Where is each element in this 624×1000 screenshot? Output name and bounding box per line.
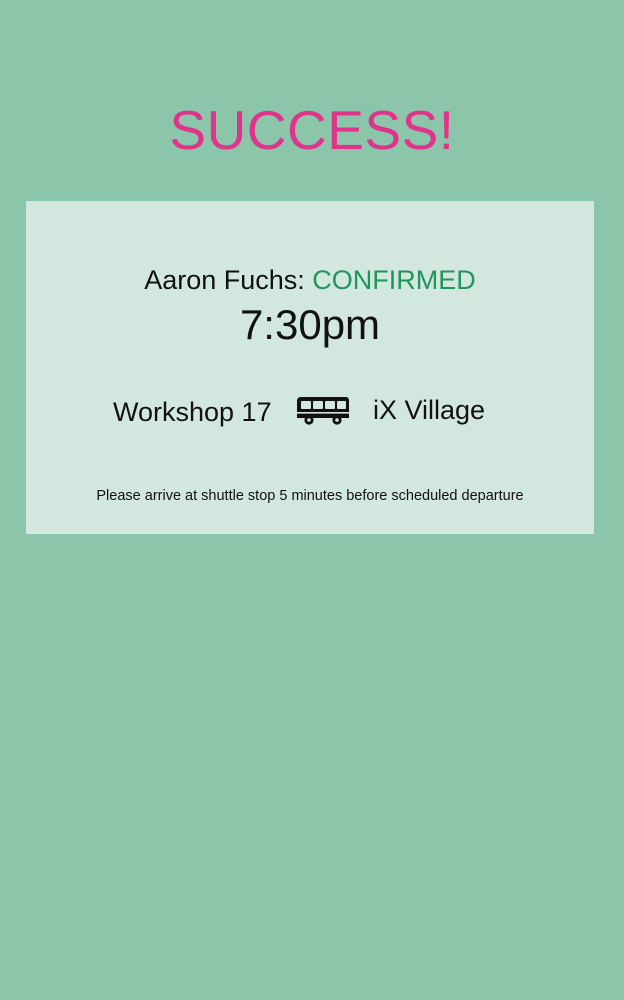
status-badge: CONFIRMED — [312, 265, 476, 295]
route-row: Workshop 17 iX Village — [26, 391, 594, 431]
arrival-note: Please arrive at shuttle stop 5 minutes … — [96, 488, 524, 504]
bus-icon — [297, 397, 349, 425]
departure-time: 7:30pm — [239, 301, 381, 348]
passenger-name: Aaron Fuchs: — [144, 265, 305, 295]
booking-status-line: Aaron Fuchs: CONFIRMED — [26, 263, 594, 297]
destination-stop: iX Village — [373, 395, 486, 425]
booking-card: Aaron Fuchs: CONFIRMED 7:30pm Workshop 1… — [26, 201, 594, 534]
origin-stop: Workshop 17 — [113, 397, 272, 427]
success-heading: SUCCESS! — [169, 99, 455, 161]
